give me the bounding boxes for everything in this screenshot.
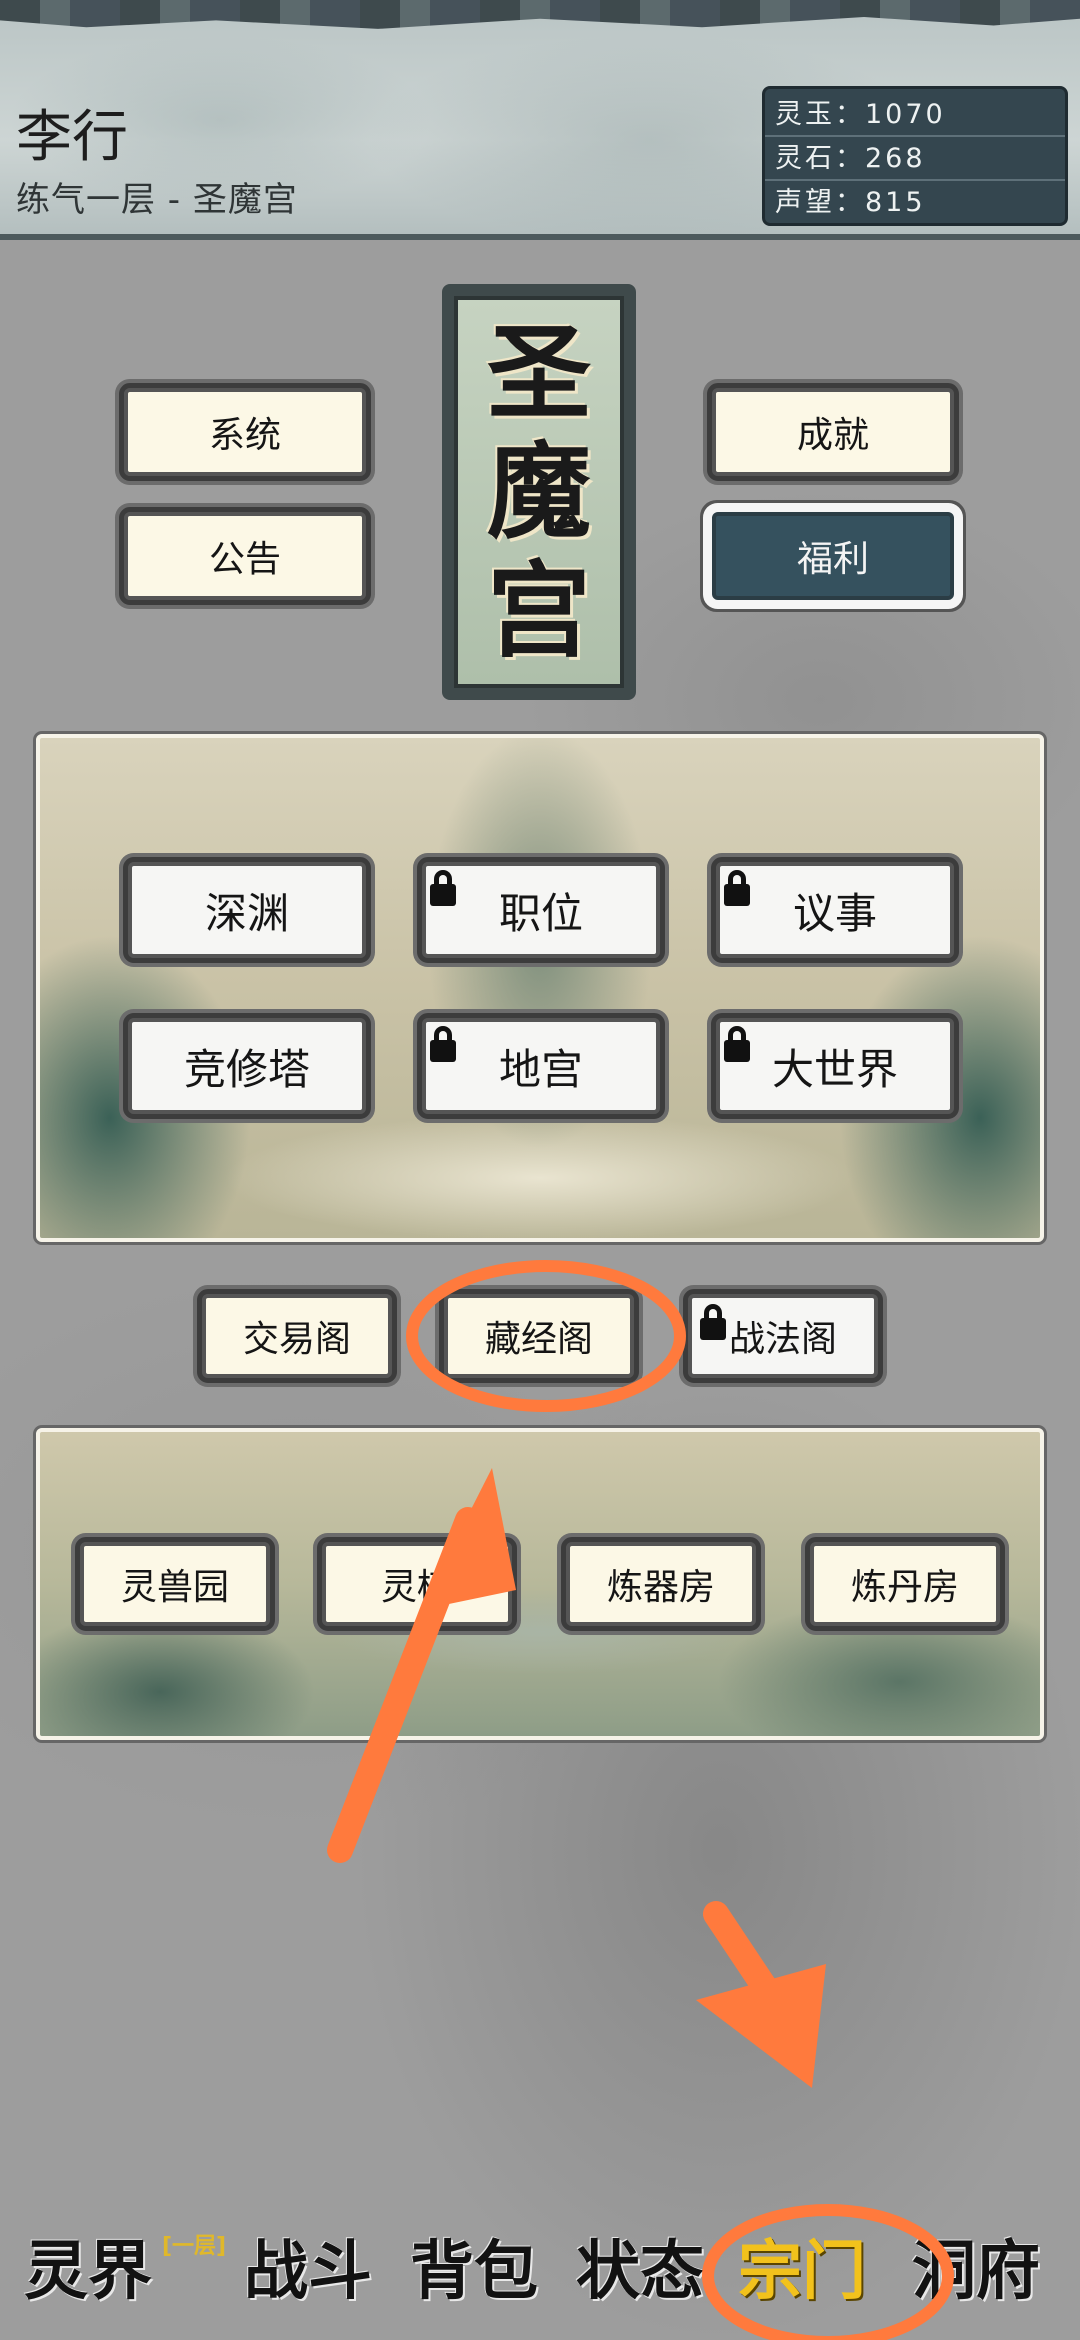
sect-title-char: 宫 xyxy=(486,548,591,672)
nav-realm-badge: [一层] xyxy=(162,2234,227,2259)
header-ink-decoration xyxy=(0,0,1080,29)
underground-palace-button[interactable]: 地宫 xyxy=(417,1013,665,1119)
achievement-button[interactable]: 成就 xyxy=(707,383,959,481)
council-label: 议事 xyxy=(792,888,877,938)
council-button[interactable]: 议事 xyxy=(711,857,959,963)
nav-sect[interactable]: 宗门 xyxy=(738,2220,866,2312)
arrow-down-shaft xyxy=(703,1901,809,2047)
lock-icon xyxy=(430,1026,456,1062)
great-world-button[interactable]: 大世界 xyxy=(711,1013,959,1119)
nav-status[interactable]: 状态 xyxy=(576,2220,704,2312)
scripture-pavilion-button[interactable]: 藏经阁 xyxy=(439,1289,639,1383)
player-name: 李行 xyxy=(16,105,128,170)
nav-spirit-realm[interactable]: 灵界 xyxy=(24,2220,152,2312)
resource-panel: 灵玉：1070 灵石：268 声望：815 xyxy=(762,86,1068,226)
forge-room-button[interactable]: 炼器房 xyxy=(561,1537,761,1631)
header: 李行 练气一层 - 圣魔宫 灵玉：1070 灵石：268 声望：815 xyxy=(0,0,1080,240)
great-world-label: 大世界 xyxy=(771,1044,898,1094)
lock-icon xyxy=(724,1026,750,1062)
lock-icon xyxy=(724,870,750,906)
spirit-field-button[interactable]: 灵植 xyxy=(317,1537,517,1631)
resource-spirit-stone: 灵石：268 xyxy=(765,137,1065,181)
alchemy-room-button[interactable]: 炼丹房 xyxy=(805,1537,1005,1631)
sect-title-plaque: 圣 魔 宫 xyxy=(442,284,636,700)
system-button[interactable]: 系统 xyxy=(119,383,371,481)
position-button[interactable]: 职位 xyxy=(417,857,665,963)
tactics-pavilion-label: 战法阁 xyxy=(728,1319,837,1360)
resource-spirit-jade: 灵玉：1070 xyxy=(765,93,1065,137)
beast-garden-button[interactable]: 灵兽园 xyxy=(75,1537,275,1631)
arrow-down-head xyxy=(696,1964,826,2088)
resource-reputation: 声望：815 xyxy=(775,187,926,218)
abyss-button[interactable]: 深渊 xyxy=(123,857,371,963)
notice-button[interactable]: 公告 xyxy=(119,507,371,605)
lock-icon xyxy=(700,1304,726,1340)
sect-title-char: 圣 xyxy=(486,311,591,435)
sect-title-inner: 圣 魔 宫 xyxy=(454,296,624,688)
sect-main-panel xyxy=(36,734,1044,1242)
underground-palace-label: 地宫 xyxy=(498,1044,583,1094)
nav-backpack[interactable]: 背包 xyxy=(410,2220,538,2312)
lock-icon xyxy=(430,870,456,906)
tower-button[interactable]: 竞修塔 xyxy=(123,1013,371,1119)
player-realm: 练气一层 - 圣魔宫 xyxy=(16,180,298,220)
trade-pavilion-button[interactable]: 交易阁 xyxy=(197,1289,397,1383)
nav-battle[interactable]: 战斗 xyxy=(244,2220,372,2312)
sect-title-char: 魔 xyxy=(486,429,591,553)
position-label: 职位 xyxy=(498,888,583,938)
nav-cave-dwelling[interactable]: 洞府 xyxy=(912,2220,1040,2312)
welfare-button[interactable]: 福利 xyxy=(712,512,954,600)
